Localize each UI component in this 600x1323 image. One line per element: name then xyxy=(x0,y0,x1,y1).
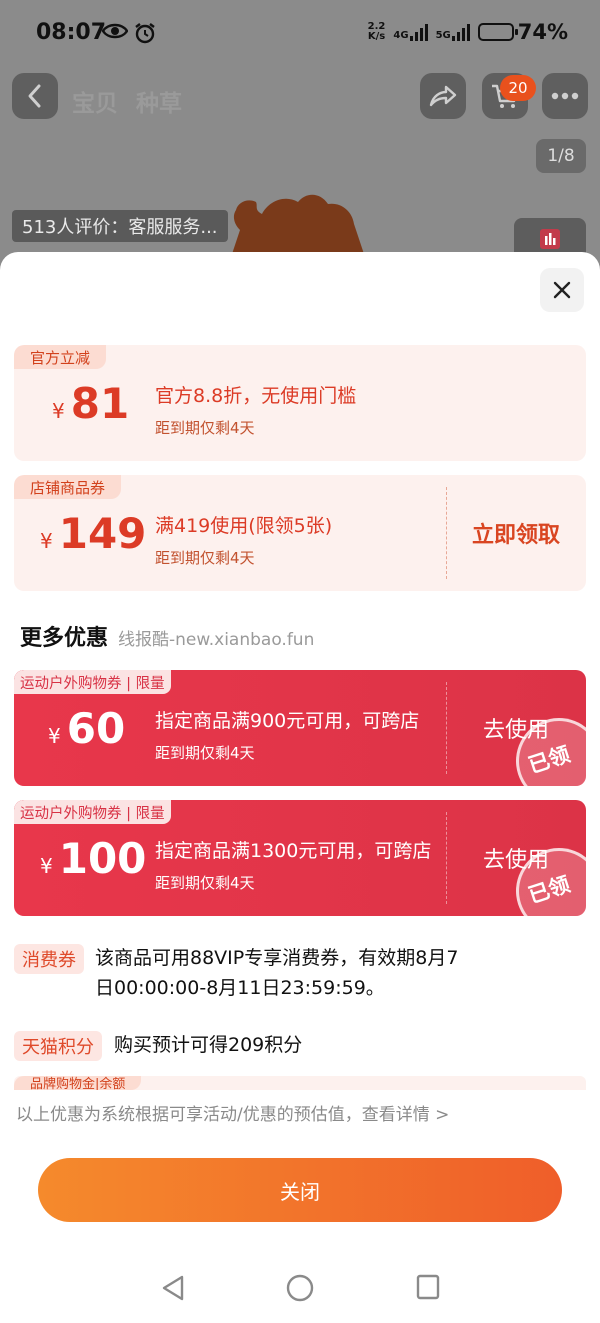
coupon-store: 店铺商品券 ¥149 满419使用(限领5张) 距到期仅剩4天 立即领取 xyxy=(14,475,586,591)
coupon-description: 满419使用(限领5张) xyxy=(155,515,333,537)
net-speed: 2.2 K/s xyxy=(367,21,386,42)
camel-logo-icon xyxy=(232,194,364,254)
image-page-indicator: 1/8 xyxy=(536,139,586,173)
nav-back-icon[interactable] xyxy=(160,1274,186,1306)
alarm-icon xyxy=(134,22,156,48)
claim-coupon-button[interactable]: 立即领取 xyxy=(446,475,586,591)
coupon-sports-60: 运动户外购物券 | 限量 ¥60 指定商品满900元可用，可跨店 距到期仅剩4天… xyxy=(14,670,586,786)
coupon-expiry: 距到期仅剩4天 xyxy=(155,874,255,892)
estimate-footnote-link[interactable]: 以上优惠为系统根据可享活动/优惠的预估值，查看详情 > xyxy=(16,1100,449,1125)
coupon-official-discount[interactable]: 官方立减 ¥81 官方8.8折，无使用门槛 距到期仅剩4天 xyxy=(14,345,586,461)
more-button[interactable] xyxy=(542,73,588,119)
consumption-voucher-text-2: 日00:00:00-8月11日23:59:59。 xyxy=(95,977,385,999)
close-sheet-button[interactable] xyxy=(540,268,584,312)
tmall-points-tag: 天猫积分 xyxy=(14,1031,102,1061)
coupon-tag: 运动户外购物券 | 限量 xyxy=(14,670,171,694)
nav-home-icon[interactable] xyxy=(286,1274,314,1306)
section-title: 更多优惠 xyxy=(20,626,109,651)
battery-indicator: 74% xyxy=(477,20,568,44)
coupon-tag: 官方立减 xyxy=(14,345,107,369)
tab-item[interactable]: 宝贝 xyxy=(72,84,118,118)
more-dots-icon xyxy=(551,92,579,100)
brand-credit-row[interactable]: 品牌购物金|余额 xyxy=(14,1076,586,1090)
coupon-description: 指定商品满1300元可用，可跨店 xyxy=(155,840,432,862)
eye-icon xyxy=(101,22,129,44)
watermark-text: 线报酷-new.xianbao.fun xyxy=(118,630,315,650)
share-button[interactable] xyxy=(420,73,466,119)
coupon-expiry: 距到期仅剩4天 xyxy=(155,419,255,437)
signal-4g-icon: 4G xyxy=(393,23,428,41)
tmall-points-text: 购买预计可得209积分 xyxy=(114,1034,303,1056)
cart-count-badge: 20 xyxy=(500,75,536,101)
consumption-voucher-tag: 消费券 xyxy=(14,944,84,974)
more-offers-header: 更多优惠 线报酷-new.xianbao.fun xyxy=(20,620,314,652)
nav-recents-icon[interactable] xyxy=(416,1274,440,1304)
close-button[interactable]: 关闭 xyxy=(38,1158,562,1222)
share-icon xyxy=(429,85,457,107)
chart-icon xyxy=(540,229,560,249)
chevron-left-icon xyxy=(28,84,41,108)
consumption-voucher-text: 该商品可用88VIP专享消费券，有效期8月7 xyxy=(95,947,459,969)
review-snippet[interactable]: 513人评价：客服服务... xyxy=(12,210,228,242)
coupon-expiry: 距到期仅剩4天 xyxy=(155,744,255,762)
back-button[interactable] xyxy=(12,73,58,119)
close-icon xyxy=(553,281,571,299)
product-nav-tabs: 宝贝 种草 xyxy=(72,84,182,118)
coupon-description: 官方8.8折，无使用门槛 xyxy=(155,385,357,407)
tab-grass[interactable]: 种草 xyxy=(136,84,182,118)
coupon-amount: ¥60 xyxy=(48,704,126,753)
status-time: 08:07 xyxy=(36,20,107,45)
coupon-tag: 店铺商品券 xyxy=(14,475,122,499)
coupon-amount: ¥149 xyxy=(40,509,147,558)
system-nav-bar xyxy=(0,1260,600,1323)
status-bar: 08:07 2.2 K/s 4G 5G 74% xyxy=(0,0,600,70)
coupon-description: 指定商品满900元可用，可跨店 xyxy=(155,710,420,732)
coupon-amount: ¥81 xyxy=(52,379,130,428)
battery-icon xyxy=(477,23,518,41)
signal-5g-icon: 5G xyxy=(436,23,470,41)
brand-credit-tag: 品牌购物金|余额 xyxy=(14,1076,142,1090)
coupon-tag: 运动户外购物券 | 限量 xyxy=(14,800,171,824)
coupon-expiry: 距到期仅剩4天 xyxy=(155,549,255,567)
coupon-sports-100: 运动户外购物券 | 限量 ¥100 指定商品满1300元可用，可跨店 距到期仅剩… xyxy=(14,800,586,916)
coupon-amount: ¥100 xyxy=(40,834,147,883)
